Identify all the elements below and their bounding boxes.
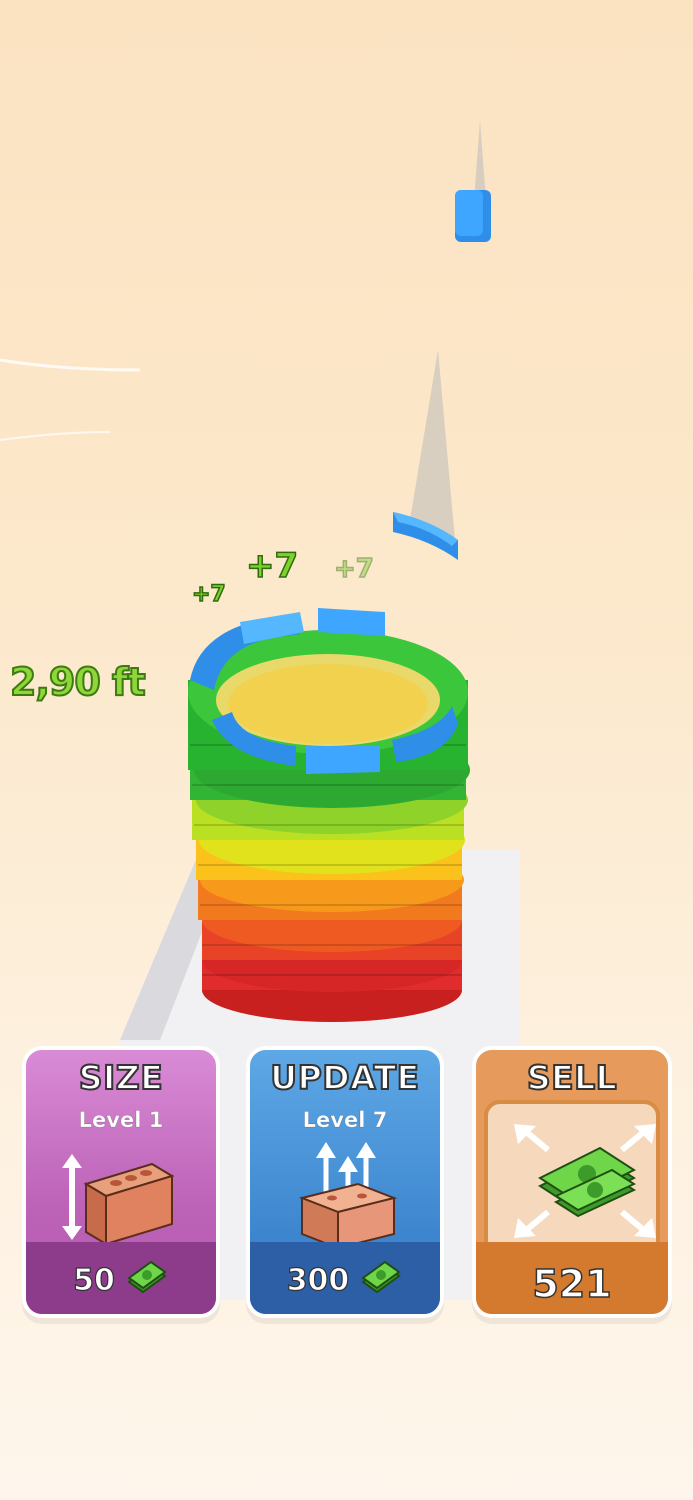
update-card-title: UPDATE [269, 1057, 420, 1098]
update-price: 300 [286, 1262, 350, 1298]
tower-height-label: 2,90 ft [9, 659, 147, 705]
sell-amount: 521 [532, 1261, 613, 1307]
streak [474, 120, 486, 200]
update-upgrade-button[interactable]: UPDATE Level 7 300 [246, 1046, 444, 1318]
sell-card-title: SELL [526, 1057, 618, 1098]
gain-popup: +7 [245, 545, 299, 587]
size-upgrade-button[interactable]: SIZE Level 1 50 [22, 1046, 220, 1318]
brick-tower [188, 608, 470, 1022]
cash-icon [127, 1260, 167, 1294]
size-price: 50 [73, 1262, 116, 1298]
sell-button[interactable]: SELL 521 [472, 1046, 672, 1318]
streak [410, 350, 455, 540]
size-card-level: Level 1 [78, 1108, 164, 1133]
gain-popup: +7 [191, 581, 226, 608]
brick-height-icon [62, 1154, 175, 1246]
money-stack-icon [514, 1124, 656, 1238]
wind-streak [0, 431, 111, 441]
update-card-level: Level 7 [302, 1108, 388, 1133]
gain-popup: +7 [333, 553, 374, 585]
cash-icon [361, 1260, 402, 1294]
brick-upgrade-icon [298, 1142, 398, 1250]
wind-streak [0, 358, 141, 372]
size-card-title: SIZE [78, 1057, 164, 1098]
